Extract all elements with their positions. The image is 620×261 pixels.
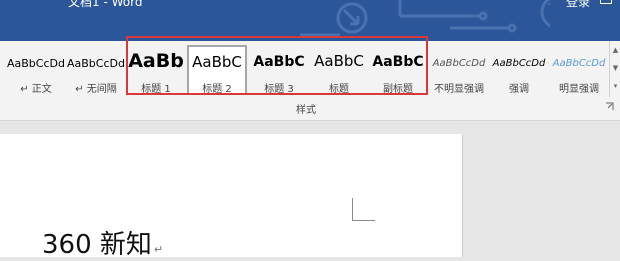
style-emphasis[interactable]: AaBbCcDd 强调 [490,45,548,95]
dialog-launcher-icon[interactable] [605,102,614,111]
style-intense-emphasis[interactable]: AaBbCcDd 明显强调 [550,45,608,95]
style-normal[interactable]: AaBbCcDd ↵ 正文 [6,45,66,95]
circuit-decoration-icon [300,0,550,37]
style-subtle-emphasis[interactable]: AaBbCcDd 不明显强调 [430,45,488,95]
scroll-down-icon[interactable]: ▼ [610,59,620,77]
ribbon-display-options-icon[interactable] [600,0,612,4]
scroll-up-icon[interactable]: ▲ [610,41,620,59]
style-no-spacing[interactable]: AaBbCcDd ↵ 无间隔 [66,45,126,95]
style-name: 不明显强调 [434,84,484,95]
paragraph-mark-icon: ↵ [153,243,164,256]
margin-corner-marker [352,198,375,221]
style-sample: AaBbCcDd [7,57,65,70]
style-sample: AaBbCcDd [552,58,606,69]
ribbon-styles-group: AaBbCcDd ↵ 正文 AaBbCcDd ↵ 无间隔 AaBb 标题 1 A… [0,36,620,121]
title-bar: 文档1 - Word 登录 [0,0,620,41]
style-name: 强调 [509,84,529,95]
window-title: 文档1 - Word [68,0,143,9]
style-sample: AaBbCcDd [492,58,546,69]
style-sample: AaBbCcDd [67,57,125,70]
styles-gallery-scroll[interactable]: ▲ ▼ ▾ [609,41,620,97]
sign-in-link[interactable]: 登录 [566,0,590,10]
more-styles-icon[interactable]: ▾ [610,77,620,95]
style-name: ↵ 正文 [20,84,52,95]
style-name: ↵ 无间隔 [75,84,117,95]
style-sample: AaBbCcDd [432,58,486,69]
style-name: 明显强调 [559,84,599,95]
styles-group-label: 样式 [296,105,316,116]
document-text[interactable]: 360 新知 ↵ [42,224,163,261]
document-text-content: 360 新知 [42,230,152,260]
styles-highlight-box [126,36,428,95]
